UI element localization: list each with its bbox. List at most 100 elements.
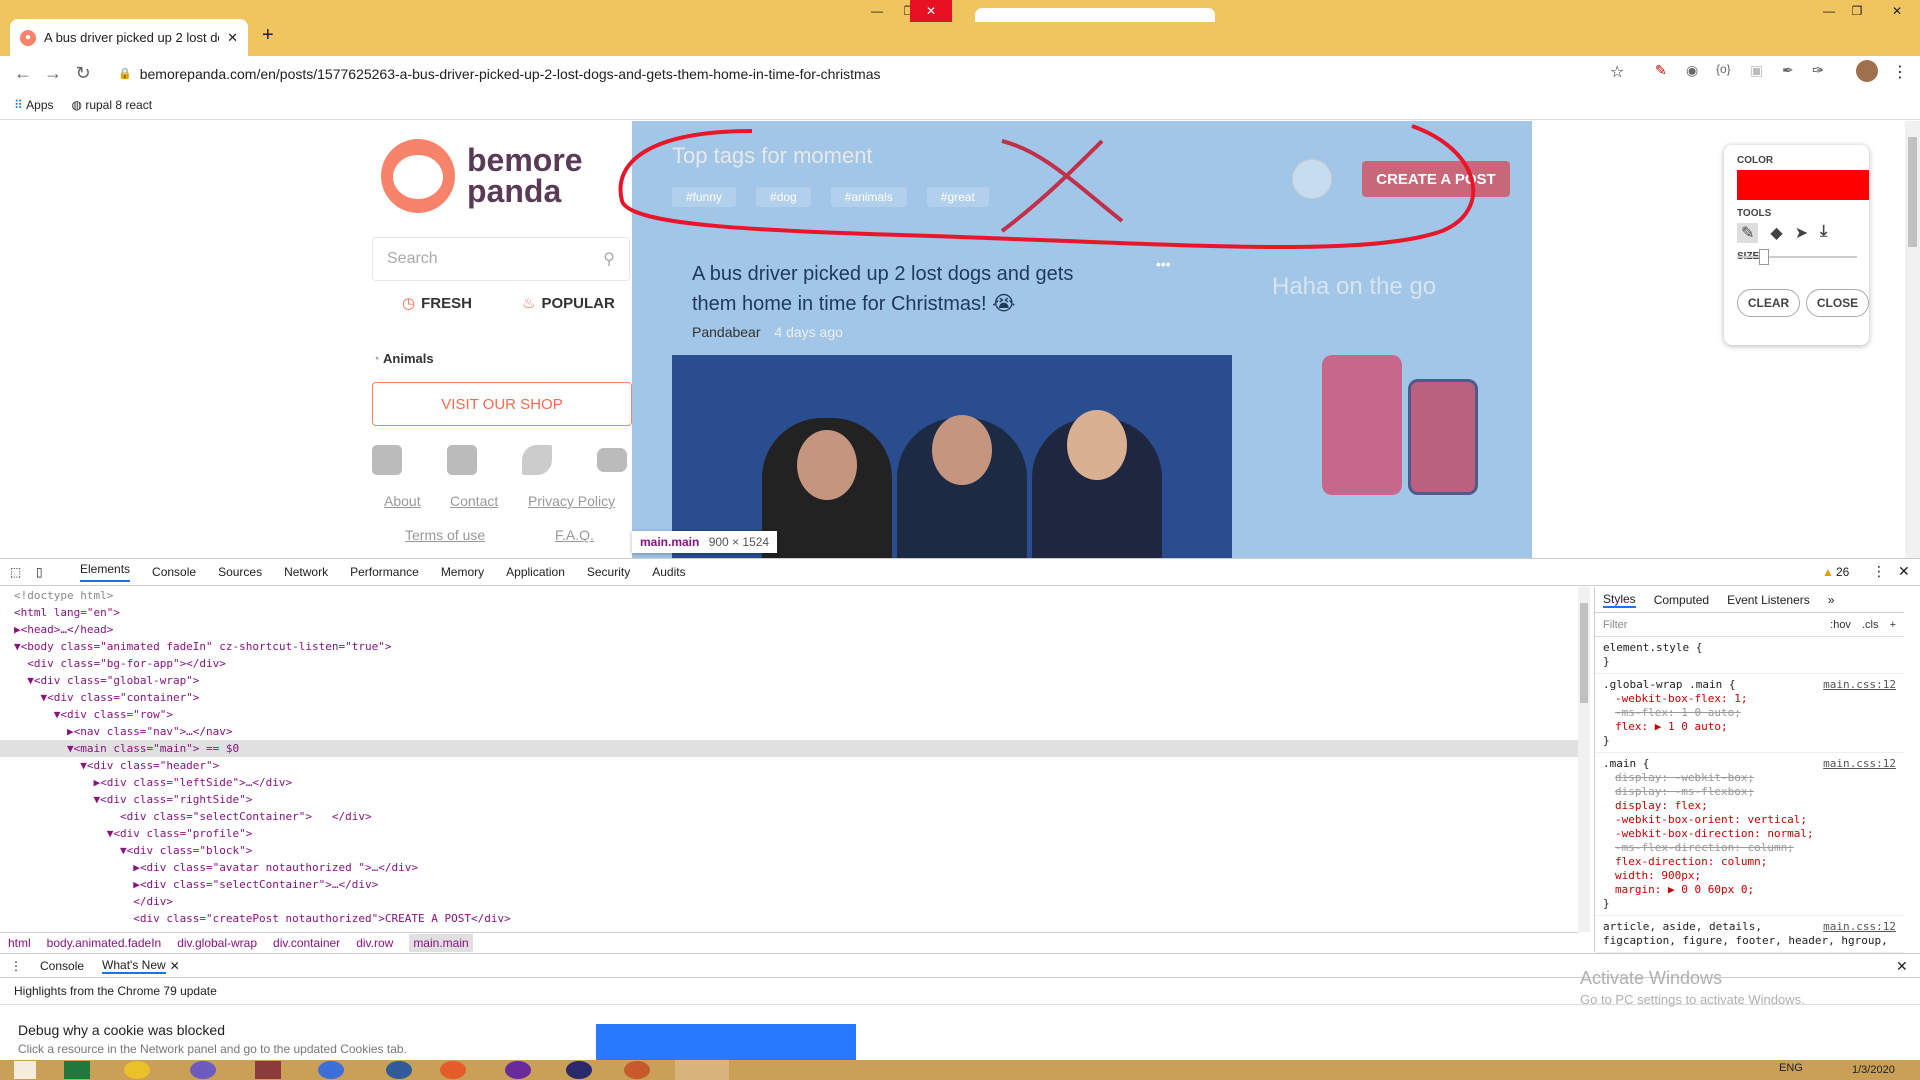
search-icon[interactable]: ⚲ — [603, 249, 615, 269]
bookmark-apps[interactable]: ⠿ Apps — [14, 98, 54, 112]
restore-icon[interactable]: ❐ — [1838, 0, 1876, 22]
close-window-icon[interactable]: ✕ — [910, 0, 952, 22]
rule-source[interactable]: main.css:12 — [1823, 757, 1896, 771]
crumb-global-wrap[interactable]: div.global-wrap — [177, 936, 257, 950]
devtools-menu-icon[interactable]: ⋮ — [1872, 563, 1886, 580]
visit-shop-button[interactable]: VISIT OUR SHOP — [372, 382, 632, 426]
eraser-icon[interactable]: ◆ — [1770, 223, 1782, 243]
dom-line[interactable]: <div class="selectContainer"> </div> — [0, 808, 1578, 825]
dom-line[interactable]: ▶<div class="leftSide">…</div> — [0, 774, 1578, 791]
drawer-menu-icon[interactable]: ⋮ — [10, 959, 22, 973]
more-options-icon[interactable]: ••• — [1156, 256, 1171, 272]
dom-line-selected[interactable]: ▼<main class="main"> == $0 — [0, 740, 1578, 757]
extension-icon[interactable]: ▣ — [1750, 62, 1763, 79]
popular-link[interactable]: ♨ POPULAR — [522, 294, 615, 313]
bookmark-rupal[interactable]: ◍ rupal 8 react — [72, 98, 153, 112]
footer-link-faq[interactable]: F.A.Q. — [555, 527, 594, 543]
footer-link-contact[interactable]: Contact — [450, 493, 498, 509]
excel-taskbar-icon[interactable] — [64, 1061, 90, 1079]
devtools-close-icon[interactable]: ✕ — [1898, 563, 1910, 580]
skype-taskbar-icon[interactable] — [190, 1061, 216, 1079]
drawer-tab-console[interactable]: Console — [40, 959, 84, 973]
tab-audits[interactable]: Audits — [652, 565, 685, 579]
dom-line[interactable]: <div class="createPost notauthorized">CR… — [0, 910, 1578, 927]
rule-property[interactable]: -ms-flex: 1 0 auto; — [1603, 706, 1896, 720]
pencil-icon[interactable]: ✎ — [1737, 223, 1759, 243]
rule-property[interactable]: margin: ▶ 0 0 60px 0; — [1603, 883, 1896, 897]
rule-property[interactable]: -webkit-box-orient: vertical; — [1603, 813, 1896, 827]
download-icon[interactable]: ⤓ — [1820, 223, 1827, 243]
windows-start-icon[interactable] — [14, 1061, 36, 1079]
style-rule[interactable]: main.css:12 article, aside, details, fig… — [1595, 916, 1904, 953]
dom-line[interactable]: ▼<div class="global-wrap"> — [0, 672, 1578, 689]
browser-tab[interactable]: ● A bus driver picked up 2 lost dog ✕ — [10, 19, 248, 56]
device-toggle-icon[interactable]: ▯ — [36, 565, 43, 579]
drawer-close-icon[interactable]: ✕ — [1896, 958, 1908, 975]
page-scrollbar-thumb[interactable] — [1908, 137, 1917, 247]
elements-scrollbar[interactable] — [1578, 587, 1590, 932]
pointer-icon[interactable]: ➤ — [1795, 223, 1808, 243]
close-button[interactable]: CLOSE — [1806, 289, 1869, 317]
warning-count[interactable]: 26 — [1836, 565, 1849, 579]
post-title[interactable]: A bus driver picked up 2 lost dogs and g… — [692, 259, 1112, 319]
size-slider-handle[interactable] — [1759, 249, 1769, 265]
add-rule-icon[interactable]: + — [1890, 619, 1896, 631]
color-swatch[interactable] — [1737, 170, 1869, 200]
profile-avatar[interactable] — [1856, 60, 1878, 82]
menu-icon[interactable]: ⋮ — [1892, 62, 1908, 82]
rule-property[interactable]: flex: ▶ 1 0 auto; — [1603, 720, 1896, 734]
category-animals[interactable]: ◔ Animals — [372, 351, 434, 365]
search-input[interactable]: Search ⚲ — [372, 237, 630, 281]
dom-line[interactable]: ▶<nav class="nav">…</nav> — [0, 723, 1578, 740]
cls-toggle[interactable]: .cls — [1862, 619, 1879, 631]
dom-line[interactable]: ▼<body class="animated fadeIn" cz-shortc… — [0, 638, 1578, 655]
dom-line[interactable]: <html lang="en"> — [0, 604, 1578, 621]
rule-property[interactable]: display: flex; — [1603, 799, 1896, 813]
dom-line[interactable]: <!doctype html> — [0, 587, 1578, 604]
instagram-icon[interactable] — [447, 445, 477, 475]
address-bar[interactable]: 🔒 bemorepanda.com/en/posts/1577625263-a-… — [110, 60, 1630, 87]
tab-sources[interactable]: Sources — [218, 565, 262, 579]
drawer-tab-whats-new[interactable]: What's New — [102, 958, 166, 974]
second-window-tab[interactable] — [975, 8, 1215, 22]
styles-filter[interactable]: Filter :hov .cls + — [1595, 613, 1904, 637]
footer-link-terms[interactable]: Terms of use — [405, 527, 485, 543]
app-taskbar-icon[interactable] — [386, 1061, 412, 1079]
dom-line[interactable]: ▶<head>…</head> — [0, 621, 1578, 638]
twitter-icon[interactable] — [522, 445, 552, 475]
style-rule[interactable]: element.style { } — [1595, 637, 1904, 674]
crumb-row[interactable]: div.row — [356, 936, 393, 950]
size-slider[interactable] — [1737, 249, 1857, 265]
crumb-container[interactable]: div.container — [273, 936, 340, 950]
app-taskbar-icon[interactable] — [624, 1061, 650, 1079]
vscode-taskbar-icon[interactable] — [675, 1060, 729, 1080]
tab-security[interactable]: Security — [587, 565, 630, 579]
drawer-tab-close-icon[interactable]: ✕ — [170, 959, 180, 973]
close-tab-icon[interactable]: ✕ — [227, 30, 238, 46]
dom-line[interactable]: </div> — [0, 893, 1578, 910]
rule-property[interactable]: width: 900px; — [1603, 869, 1896, 883]
tab-network[interactable]: Network — [284, 565, 328, 579]
app-taskbar-icon[interactable] — [318, 1061, 344, 1079]
taskbar-date[interactable]: 1/3/2020 — [1852, 1064, 1895, 1076]
bookmark-star-icon[interactable]: ☆ — [1610, 62, 1624, 82]
forward-icon[interactable]: → — [38, 63, 68, 84]
tab-console[interactable]: Console — [152, 565, 196, 579]
app-taskbar-icon[interactable] — [505, 1061, 531, 1079]
crumb-body[interactable]: body.animated.fadeIn — [47, 936, 162, 950]
footer-link-about[interactable]: About — [384, 493, 421, 509]
dom-line[interactable]: ▼<div class="row"> — [0, 706, 1578, 723]
firefox-taskbar-icon[interactable] — [440, 1061, 466, 1079]
rule-property[interactable]: display: -ms-flexbox; — [1603, 785, 1896, 799]
style-rule[interactable]: main.css:12 .global-wrap .main { -webkit… — [1595, 674, 1904, 753]
elements-scrollbar-thumb[interactable] — [1580, 603, 1588, 703]
chrome-taskbar-icon[interactable] — [124, 1061, 150, 1079]
footer-link-privacy[interactable]: Privacy Policy — [528, 493, 615, 509]
dom-line[interactable]: ▼<div class="profile"> — [0, 825, 1578, 842]
site-logo[interactable]: bemore panda — [381, 139, 583, 213]
rule-source[interactable]: main.css:12 — [1823, 678, 1896, 692]
close-window-icon-2[interactable]: ✕ — [1874, 0, 1920, 22]
facebook-icon[interactable] — [372, 445, 402, 475]
crumb-main[interactable]: main.main — [409, 933, 473, 952]
post-image[interactable] — [672, 355, 1232, 558]
